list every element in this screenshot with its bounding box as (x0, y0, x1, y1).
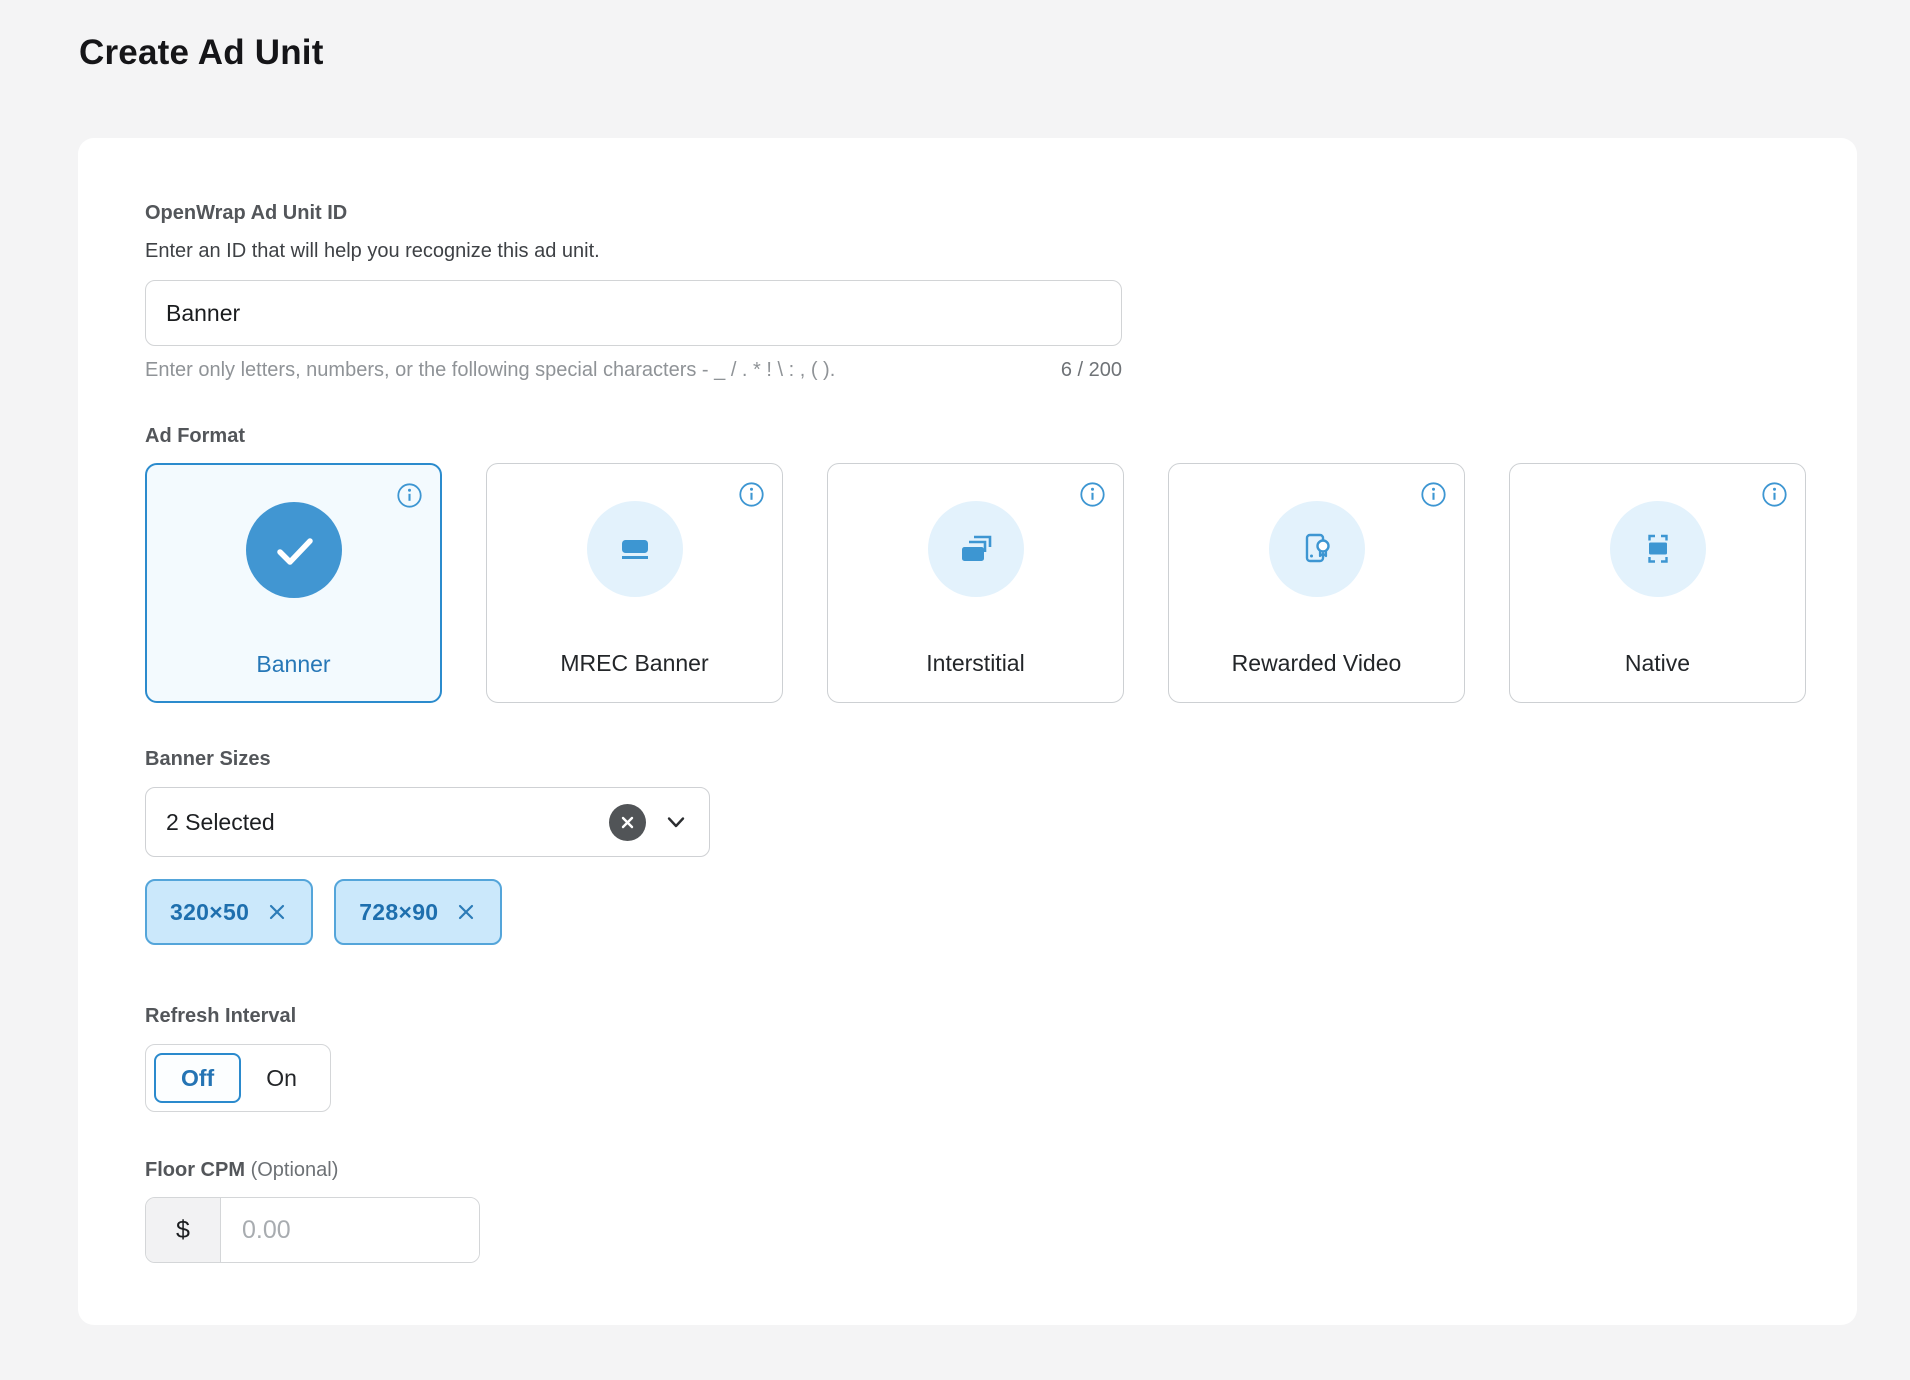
banner-sizes-select[interactable]: 2 Selected (145, 787, 710, 857)
format-card-label: Banner (147, 651, 440, 678)
x-icon (266, 901, 288, 923)
dollar-sign: $ (176, 1216, 190, 1245)
format-card-label: Native (1510, 650, 1805, 677)
chip-label: 728×90 (359, 899, 438, 926)
info-icon[interactable] (738, 481, 765, 508)
clear-selection-button[interactable] (609, 804, 646, 841)
refresh-interval-label: Refresh Interval (145, 1005, 1857, 1028)
floor-cpm-label: Floor CPM (145, 1159, 245, 1181)
ad-unit-id-input[interactable] (145, 280, 1122, 346)
size-chip: 728×90 (334, 879, 502, 945)
remove-chip-button[interactable] (455, 901, 477, 923)
selected-count: 2 Selected (166, 809, 609, 836)
rewarded-video-icon (1269, 501, 1365, 597)
selected-sizes-list: 320×50 728×90 (145, 879, 1857, 945)
ad-format-card-interstitial[interactable]: Interstitial (827, 463, 1124, 703)
mrec-banner-icon (587, 501, 683, 597)
banner-sizes-section: Banner Sizes 2 Selected 320×50 (145, 748, 1857, 945)
ad-format-card-banner[interactable]: Banner (145, 463, 442, 703)
format-card-label: Interstitial (828, 650, 1123, 677)
refresh-interval-section: Refresh Interval Off On (145, 1005, 1857, 1112)
interstitial-icon (928, 501, 1024, 597)
floor-cpm-section: Floor CPM (Optional) $ (145, 1159, 1857, 1263)
optional-label: (Optional) (251, 1159, 339, 1181)
floor-cpm-group: $ (145, 1197, 480, 1263)
size-chip: 320×50 (145, 879, 313, 945)
char-counter: 6 / 200 (1061, 359, 1122, 382)
ad-format-label: Ad Format (145, 425, 1857, 448)
format-card-label: Rewarded Video (1169, 650, 1464, 677)
native-icon (1610, 501, 1706, 597)
info-icon[interactable] (1420, 481, 1447, 508)
remove-chip-button[interactable] (266, 901, 288, 923)
toggle-option-on[interactable]: On (241, 1053, 322, 1103)
page-title: Create Ad Unit (79, 33, 324, 73)
ad-unit-id-description: Enter an ID that will help you recognize… (145, 240, 1857, 263)
ad-unit-id-label: OpenWrap Ad Unit ID (145, 202, 1857, 225)
banner-sizes-label: Banner Sizes (145, 748, 1857, 771)
refresh-toggle-group: Off On (145, 1044, 331, 1112)
info-icon[interactable] (1761, 481, 1788, 508)
floor-cpm-input[interactable] (221, 1198, 479, 1262)
x-icon (455, 901, 477, 923)
currency-prefix: $ (146, 1198, 221, 1262)
ad-format-card-mrec-banner[interactable]: MREC Banner (486, 463, 783, 703)
create-ad-unit-card: OpenWrap Ad Unit ID Enter an ID that wil… (78, 138, 1857, 1325)
ad-unit-id-section: OpenWrap Ad Unit ID Enter an ID that wil… (145, 202, 1857, 382)
chip-label: 320×50 (170, 899, 249, 926)
info-icon[interactable] (396, 482, 423, 509)
format-card-label: MREC Banner (487, 650, 782, 677)
close-icon (619, 814, 636, 831)
info-icon[interactable] (1079, 481, 1106, 508)
ad-format-card-native[interactable]: Native (1509, 463, 1806, 703)
toggle-option-off[interactable]: Off (154, 1053, 241, 1103)
chevron-down-icon (663, 809, 689, 835)
ad-format-card-rewarded-video[interactable]: Rewarded Video (1168, 463, 1465, 703)
check-icon (246, 502, 342, 598)
ad-unit-id-helper: Enter only letters, numbers, or the foll… (145, 359, 835, 382)
ad-format-section: Ad Format Banner (145, 425, 1857, 703)
